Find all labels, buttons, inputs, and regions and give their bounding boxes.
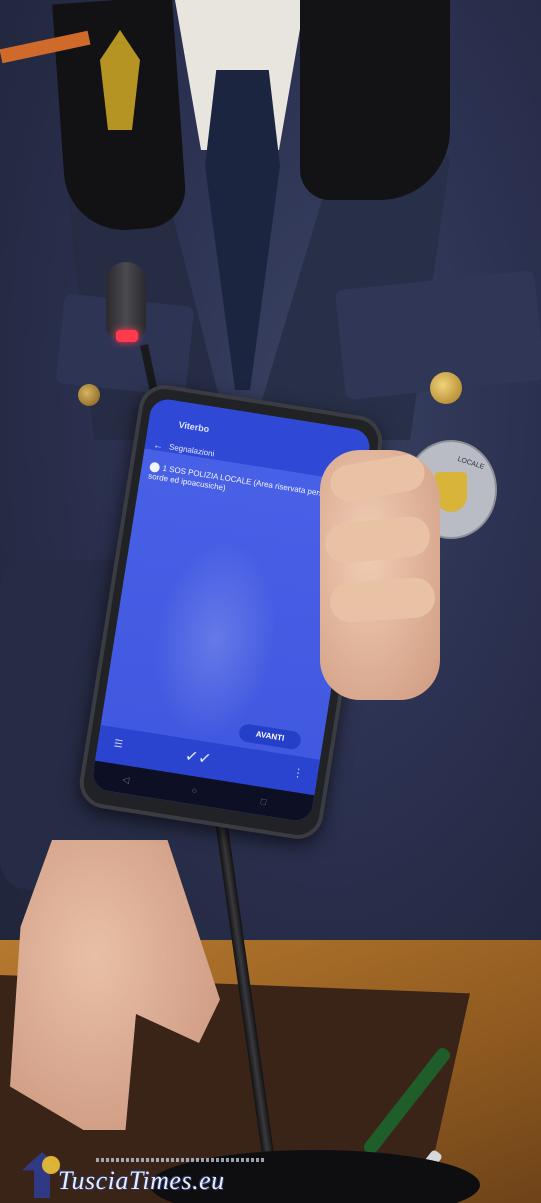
right-finger-3 <box>328 576 437 624</box>
hair-right <box>300 0 450 200</box>
watermark-text: TusciaTimes.eu <box>58 1166 225 1195</box>
more-vertical-icon[interactable]: ⋮ <box>292 766 305 781</box>
arrow-left-icon[interactable]: ← <box>152 440 164 452</box>
watermark-tagline <box>96 1158 266 1162</box>
patch-text: LOCALE <box>456 455 486 472</box>
gold-button-left <box>78 384 100 406</box>
nav-back-icon[interactable]: ◁ <box>122 774 130 786</box>
nav-recents-icon[interactable]: □ <box>260 796 267 807</box>
gold-button <box>430 372 462 404</box>
nav-home-icon[interactable]: ○ <box>191 785 198 796</box>
microphone-head <box>106 262 146 337</box>
watermark-logo: TusciaTimes.eu <box>22 1152 266 1200</box>
menu-icon[interactable]: ☰ <box>113 738 124 750</box>
photo-scene: LOCALE Viterbo ← Segnalazioni 1 SOS POLI… <box>0 0 541 1203</box>
microphone-led <box>116 330 138 342</box>
app-title: Viterbo <box>177 419 210 435</box>
app-logo-icon[interactable]: ✓✓ <box>183 746 213 770</box>
screen-glare <box>140 531 291 749</box>
